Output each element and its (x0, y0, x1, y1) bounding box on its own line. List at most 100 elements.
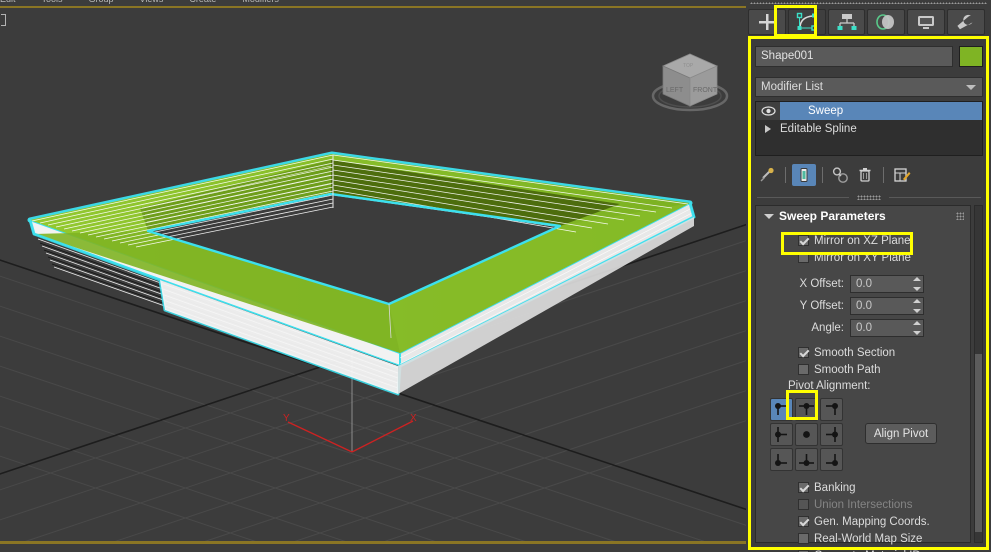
checkbox-box (798, 364, 809, 375)
smooth-path-checkbox[interactable]: Smooth Path (756, 361, 970, 378)
y-offset-input[interactable]: 0.0 (850, 297, 924, 315)
mirror-on-xy-plane-checkbox[interactable]: Mirror on XY Plane (756, 249, 970, 266)
checkbox-label: Smooth Section (814, 346, 896, 359)
expand-arrow-icon[interactable] (756, 125, 780, 133)
checkbox-label: Real-World Map Size (814, 532, 923, 545)
x-offset-input[interactable]: 0.0 (850, 275, 924, 293)
rollout-grip-icon (956, 212, 964, 220)
perspective-viewport[interactable]: Y X LEFT FRONT TOP (0, 8, 746, 544)
tab-display[interactable] (907, 9, 946, 35)
tab-motion[interactable] (867, 9, 906, 35)
y-offset-row: Y Offset: 0.0 (756, 296, 970, 316)
pivot-cell-top-right[interactable] (820, 398, 843, 421)
object-name-row: Shape001 (755, 46, 983, 67)
tab-hierarchy[interactable] (827, 9, 866, 35)
pivot-cell-middle-right[interactable] (820, 423, 843, 446)
gen-mapping-coords-checkbox[interactable]: Gen. Mapping Coords. (756, 513, 970, 530)
pivot-cell-top-left[interactable] (770, 398, 793, 421)
spinner-arrows-icon[interactable] (912, 277, 921, 291)
modifier-stack-toolbar (755, 163, 983, 187)
modify-spline-icon (796, 12, 817, 31)
stack-item-label: Editable Spline (780, 123, 857, 135)
checkbox-box (798, 516, 809, 527)
object-name-field[interactable]: Shape001 (755, 46, 953, 67)
checkbox-label: Smooth Path (814, 363, 881, 376)
command-panel-scrollbar[interactable] (974, 205, 983, 543)
y-offset-label: Y Offset: (799, 300, 844, 312)
pivot-cell-bottom-center[interactable] (795, 448, 818, 471)
checkbox-box (798, 347, 809, 358)
hierarchy-icon (837, 14, 857, 30)
divider-grip[interactable] (857, 195, 881, 200)
object-color-swatch[interactable] (959, 46, 983, 67)
checkbox-label: Banking (814, 481, 856, 494)
make-unique-icon[interactable] (829, 164, 853, 186)
viewport-scene: Y X (0, 151, 746, 544)
angle-label: Angle: (811, 322, 844, 334)
align-pivot-button[interactable]: Align Pivot (865, 423, 937, 444)
plus-icon (758, 14, 775, 30)
checkbox-label: Mirror on XZ Plane (814, 234, 911, 247)
command-panel-drag-handle[interactable] (746, 0, 991, 6)
pivot-alignment-label: Pivot Alignment: (788, 380, 871, 392)
svg-text:X: X (410, 413, 417, 424)
command-panel-tabs (748, 8, 987, 36)
mirror-on-xz-plane-checkbox[interactable]: Mirror on XZ Plane (756, 232, 970, 249)
checkbox-box (798, 533, 809, 544)
real-world-map-size-checkbox[interactable]: Real-World Map Size (756, 530, 970, 547)
pivot-cell-bottom-right[interactable] (820, 448, 843, 471)
tab-create[interactable] (748, 9, 786, 35)
app-window: EditToolsGroupViewsCreateModifiers (0, 0, 991, 552)
tab-utilities[interactable] (947, 9, 985, 35)
angle-value: 0.0 (856, 322, 872, 334)
scrollbar-thumb[interactable] (975, 354, 982, 532)
wrench-icon (957, 14, 973, 30)
pivot-cell-bottom-left[interactable] (770, 448, 793, 471)
stack-item-label: Sweep (808, 105, 844, 117)
pivot-alignment-area: Align Pivot (756, 398, 970, 471)
checkbox-box (798, 252, 809, 263)
y-offset-value: 0.0 (856, 300, 872, 312)
modifier-stack[interactable]: Sweep Editable Spline (755, 101, 983, 156)
motion-icon (876, 14, 895, 30)
generate-material-ids-checkbox[interactable]: Generate Material IDs (756, 547, 970, 552)
checkbox-label: Mirror on XY Plane (814, 251, 911, 264)
remove-modifier-icon[interactable] (853, 164, 877, 186)
stack-item-sweep[interactable]: Sweep (756, 102, 982, 120)
x-offset-label: X Offset: (799, 278, 844, 290)
spinner-arrows-icon[interactable] (912, 321, 921, 335)
configure-modifier-sets-icon[interactable] (890, 164, 914, 186)
sweep-parameters-header[interactable]: Sweep Parameters (756, 206, 970, 226)
chevron-down-icon (966, 85, 976, 90)
checkbox-box (798, 235, 809, 246)
viewport-bottom-border (0, 541, 746, 544)
stack-item-editable-spline[interactable]: Editable Spline (756, 120, 982, 138)
x-offset-row: X Offset: 0.0 (756, 274, 970, 294)
viewcube-left-label: LEFT (666, 87, 684, 94)
viewcube-top-label: TOP (683, 63, 694, 69)
display-icon (918, 16, 935, 29)
pivot-cell-top-center[interactable] (795, 398, 818, 421)
x-offset-value: 0.0 (856, 278, 872, 290)
angle-input[interactable]: 0.0 (850, 319, 924, 337)
view-cube[interactable]: LEFT FRONT TOP (645, 40, 735, 120)
toolbar-separator (822, 167, 823, 183)
checkbox-label: Gen. Mapping Coords. (814, 515, 930, 528)
modifier-list-dropdown[interactable]: Modifier List (755, 77, 983, 97)
angle-row: Angle: 0.0 (756, 318, 970, 338)
pin-stack-icon[interactable] (755, 164, 779, 186)
eye-icon[interactable] (756, 102, 780, 120)
toolbar-separator (785, 167, 786, 183)
pivot-cell-middle-left[interactable] (770, 423, 793, 446)
tab-modify[interactable] (787, 9, 826, 35)
show-end-result-icon[interactable] (792, 164, 816, 186)
modifier-list-label: Modifier List (761, 81, 823, 93)
checkbox-label: Union Intersections (814, 498, 913, 511)
checkbox-box (798, 482, 809, 493)
spinner-arrows-icon[interactable] (912, 299, 921, 313)
viewcube-front-label: FRONT (693, 87, 718, 94)
smooth-section-checkbox[interactable]: Smooth Section (756, 344, 970, 361)
pivot-cell-center[interactable] (795, 423, 818, 446)
banking-checkbox[interactable]: Banking (756, 479, 970, 496)
toolbar-separator (883, 167, 884, 183)
